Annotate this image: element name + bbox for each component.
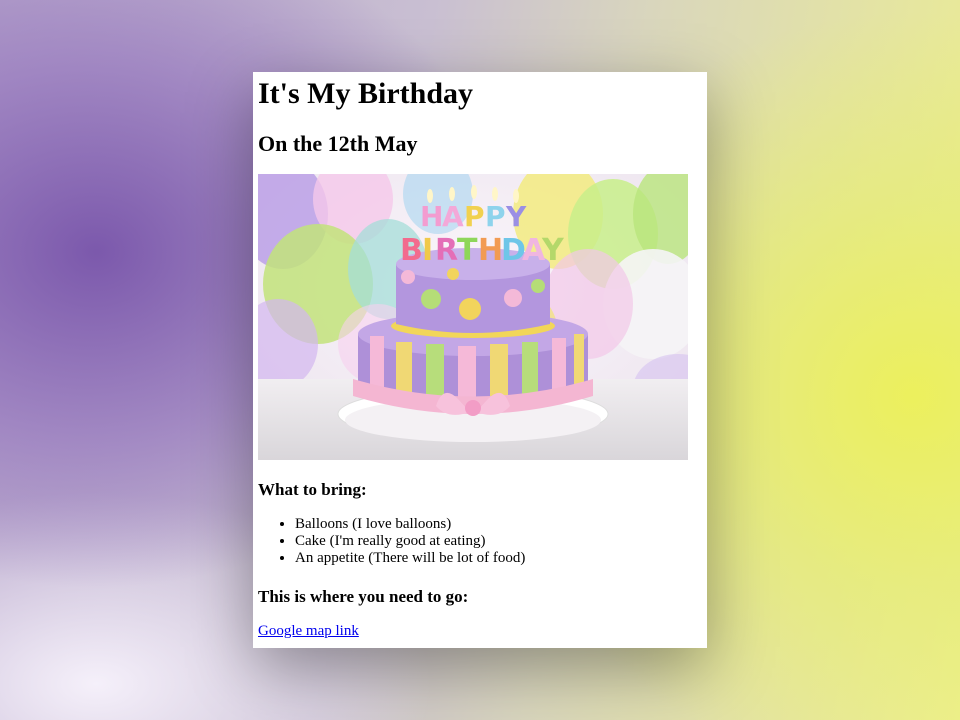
map-link-paragraph: Google map link [258,623,702,640]
svg-text:P: P [464,200,485,233]
svg-text:I: I [422,233,433,268]
page-subtitle: On the 12th May [258,131,418,156]
bring-list: Balloons (I love balloons) Cake (I'm rea… [258,516,702,567]
svg-text:P: P [485,200,506,233]
list-item: Balloons (I love balloons) [295,516,702,533]
birthday-page: It's My Birthday On the 12th May H A P P… [253,72,707,648]
list-item: Cake (I'm really good at eating) [295,533,702,550]
svg-text:Y: Y [541,233,565,268]
directions-heading: This is where you need to go: [258,587,469,606]
birthday-cake-image: H A P P Y B I R T H D A Y [258,174,688,460]
svg-text:A: A [442,200,464,233]
bring-heading: What to bring: [258,480,367,499]
svg-text:T: T [457,233,478,268]
svg-text:H: H [420,200,443,233]
svg-text:H: H [478,233,503,268]
google-map-link[interactable]: Google map link [258,623,359,639]
svg-text:B: B [400,233,423,268]
page-title: It's My Birthday [258,77,474,110]
svg-text:Y: Y [505,200,527,233]
svg-text:R: R [435,233,458,268]
list-item: An appetite (There will be lot of food) [295,550,702,567]
